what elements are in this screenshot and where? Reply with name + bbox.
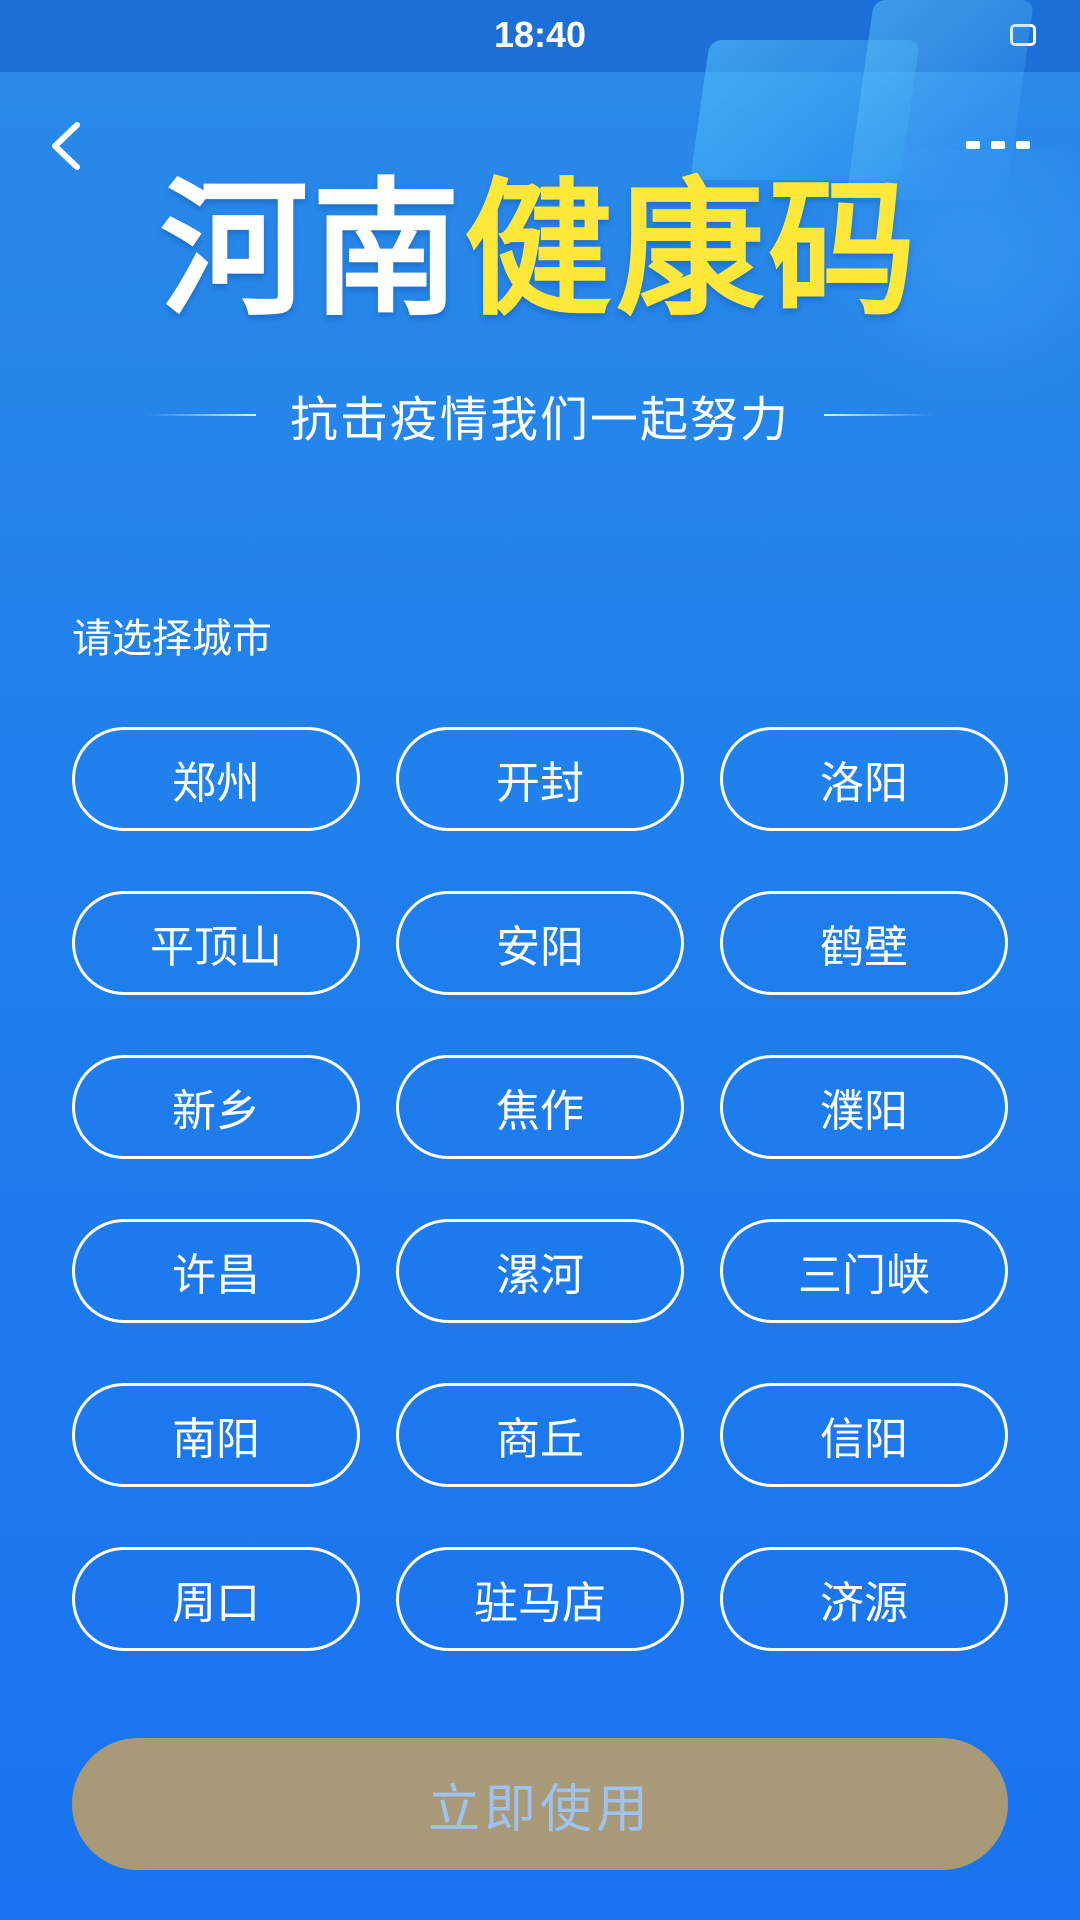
title-part-yellow: 健康码: [464, 164, 920, 336]
city-grid: 郑州 开封 洛阳 平顶山 安阳 鹤壁 新乡 焦作 濮阳 许昌 漯河 三门峡 南阳…: [72, 727, 1008, 1651]
city-button[interactable]: 漯河: [396, 1219, 684, 1323]
city-button[interactable]: 南阳: [72, 1383, 360, 1487]
subtitle-divider: [145, 414, 256, 416]
city-button[interactable]: 郑州: [72, 727, 360, 831]
city-button[interactable]: 商丘: [396, 1383, 684, 1487]
city-button[interactable]: 鹤壁: [720, 891, 1008, 995]
city-button[interactable]: 洛阳: [720, 727, 1008, 831]
city-button[interactable]: 安阳: [396, 891, 684, 995]
city-button[interactable]: 信阳: [720, 1383, 1008, 1487]
city-button[interactable]: 平顶山: [72, 891, 360, 995]
city-button[interactable]: 新乡: [72, 1055, 360, 1159]
more-button[interactable]: [966, 130, 1030, 160]
title-part-white: 河南: [160, 164, 464, 336]
city-button[interactable]: 焦作: [396, 1055, 684, 1159]
city-button[interactable]: 济源: [720, 1547, 1008, 1651]
city-button[interactable]: 开封: [396, 727, 684, 831]
city-button[interactable]: 三门峡: [720, 1219, 1008, 1323]
page-title: 河南健康码: [0, 160, 1080, 340]
subtitle-divider: [824, 414, 934, 416]
more-icon: [966, 141, 980, 149]
more-icon: [991, 141, 1005, 149]
city-button[interactable]: 驻马店: [396, 1547, 684, 1651]
city-button[interactable]: 濮阳: [720, 1055, 1008, 1159]
subtitle-row: 抗击疫情我们一起努力: [0, 385, 1080, 448]
city-button[interactable]: 周口: [72, 1547, 360, 1651]
city-button[interactable]: 许昌: [72, 1219, 360, 1323]
use-now-button[interactable]: 立即使用: [72, 1738, 1008, 1870]
subtitle: 抗击疫情我们一起努力: [289, 392, 790, 448]
city-select-label: 请选择城市: [72, 616, 272, 662]
more-icon: [1016, 141, 1030, 149]
